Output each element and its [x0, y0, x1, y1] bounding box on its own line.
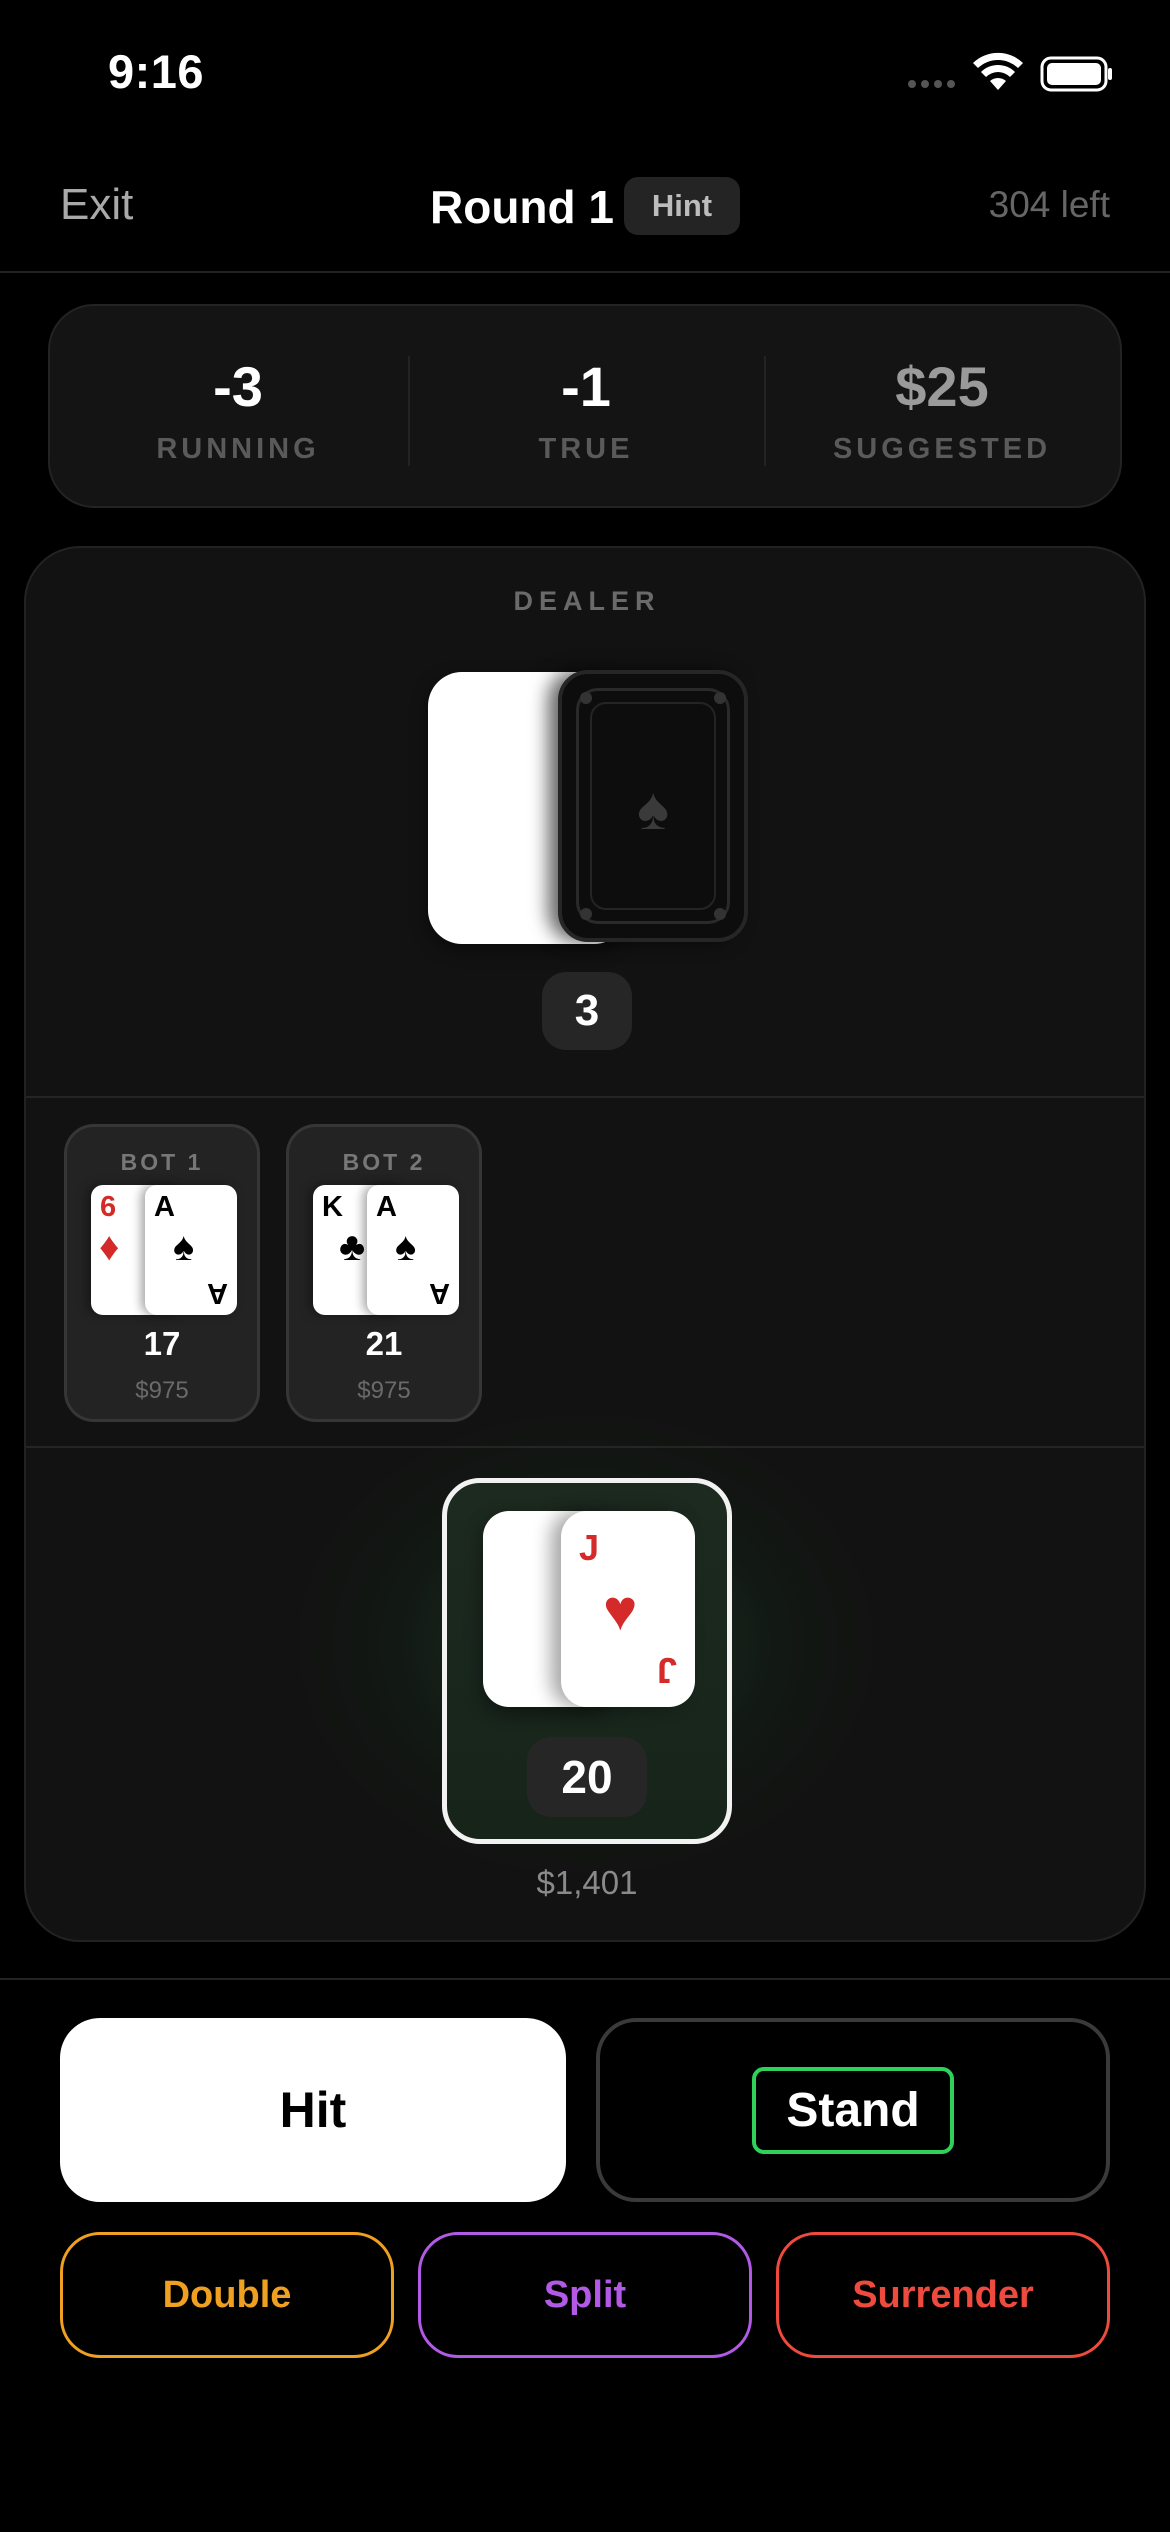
cards-left-indicator: 304 left	[988, 184, 1110, 225]
bot-label: BOT 1	[120, 1149, 204, 1175]
card-rank: J	[579, 1527, 600, 1568]
playing-card: J ♥ J	[561, 1511, 695, 1707]
bot-total: 17	[143, 1325, 181, 1362]
card-rank: A	[207, 1277, 228, 1309]
exit-button[interactable]: Exit	[60, 180, 133, 230]
player-bet: $1,401	[536, 1864, 638, 1901]
spade-icon: ♠	[523, 1578, 555, 1645]
hit-button[interactable]: Hit	[60, 2018, 566, 2202]
card-rank: K	[322, 1191, 343, 1223]
stand-button[interactable]: Stand	[596, 2018, 1110, 2202]
suggested-bet-value: $25	[895, 355, 989, 418]
true-count-value: -1	[561, 355, 611, 418]
spade-icon: ♠	[450, 742, 469, 780]
playing-card: A ♠ A	[367, 1185, 459, 1315]
card-rank: 6	[100, 1191, 117, 1223]
suggested-bet: $25 SUGGESTED	[764, 306, 1120, 506]
stand-button-label: Stand	[752, 2066, 954, 2154]
dealer-total: 3	[542, 972, 632, 1050]
club-icon: ♣	[339, 1225, 366, 1269]
running-count: -3 RUNNING	[60, 306, 416, 506]
suggested-bet-label: SUGGESTED	[832, 433, 1052, 465]
status-time: 9:16	[108, 45, 205, 98]
card-rank: A	[376, 1191, 397, 1223]
spade-icon: ♠	[395, 1225, 417, 1269]
playing-card: A ♠ A	[145, 1185, 237, 1315]
spade-icon: ♠	[173, 1225, 195, 1269]
bot-label: BOT 2	[342, 1149, 426, 1175]
player-hand: K ♠ J ♥ J 20	[442, 1478, 732, 1844]
spade-icon: ♠	[488, 785, 536, 885]
battery-icon	[1040, 56, 1112, 92]
bot-2-hand: BOT 2 K ♣ A ♠ A 21 $975	[286, 1124, 482, 1422]
dealer-hole-card: ♠	[558, 670, 748, 942]
blackjack-table: DEALER 3 ♠ ♠ ♠ 3 BOT 1 6 ♦ A ♠ A 17 $975…	[24, 546, 1146, 1942]
card-rank: K	[499, 1527, 525, 1568]
card-rank: 3	[450, 689, 477, 742]
spade-icon: ♠	[637, 775, 669, 842]
double-button[interactable]: Double	[60, 2232, 394, 2358]
header-divider	[0, 271, 1170, 273]
running-count-label: RUNNING	[156, 433, 320, 465]
diamond-icon: ♦	[99, 1225, 120, 1269]
split-button[interactable]: Split	[418, 2232, 752, 2358]
true-count: -1 TRUE	[408, 306, 764, 506]
cellular-signal-icon	[908, 80, 955, 88]
bot-total: 21	[365, 1325, 403, 1362]
running-count-value: -3	[213, 355, 263, 418]
bot-bet: $975	[135, 1377, 189, 1404]
hint-button[interactable]: Hint	[624, 177, 740, 235]
heart-icon: ♥	[603, 1578, 638, 1643]
section-divider	[26, 1096, 1144, 1098]
bot-bet: $975	[357, 1377, 411, 1404]
round-title: Round 1	[430, 181, 614, 233]
surrender-button[interactable]: Surrender	[776, 2232, 1110, 2358]
bot-1-hand: BOT 1 6 ♦ A ♠ A 17 $975	[64, 1124, 260, 1422]
wifi-icon	[973, 52, 1023, 90]
count-panel: -3 RUNNING -1 TRUE $25 SUGGESTED	[48, 304, 1122, 508]
actions-divider	[0, 1978, 1170, 1980]
card-rank: A	[154, 1191, 175, 1223]
dealer-label: DEALER	[513, 586, 661, 616]
player-total: 20	[527, 1737, 647, 1817]
card-rank: A	[429, 1277, 450, 1309]
card-rank: J	[656, 1650, 677, 1691]
true-count-label: TRUE	[538, 433, 634, 465]
